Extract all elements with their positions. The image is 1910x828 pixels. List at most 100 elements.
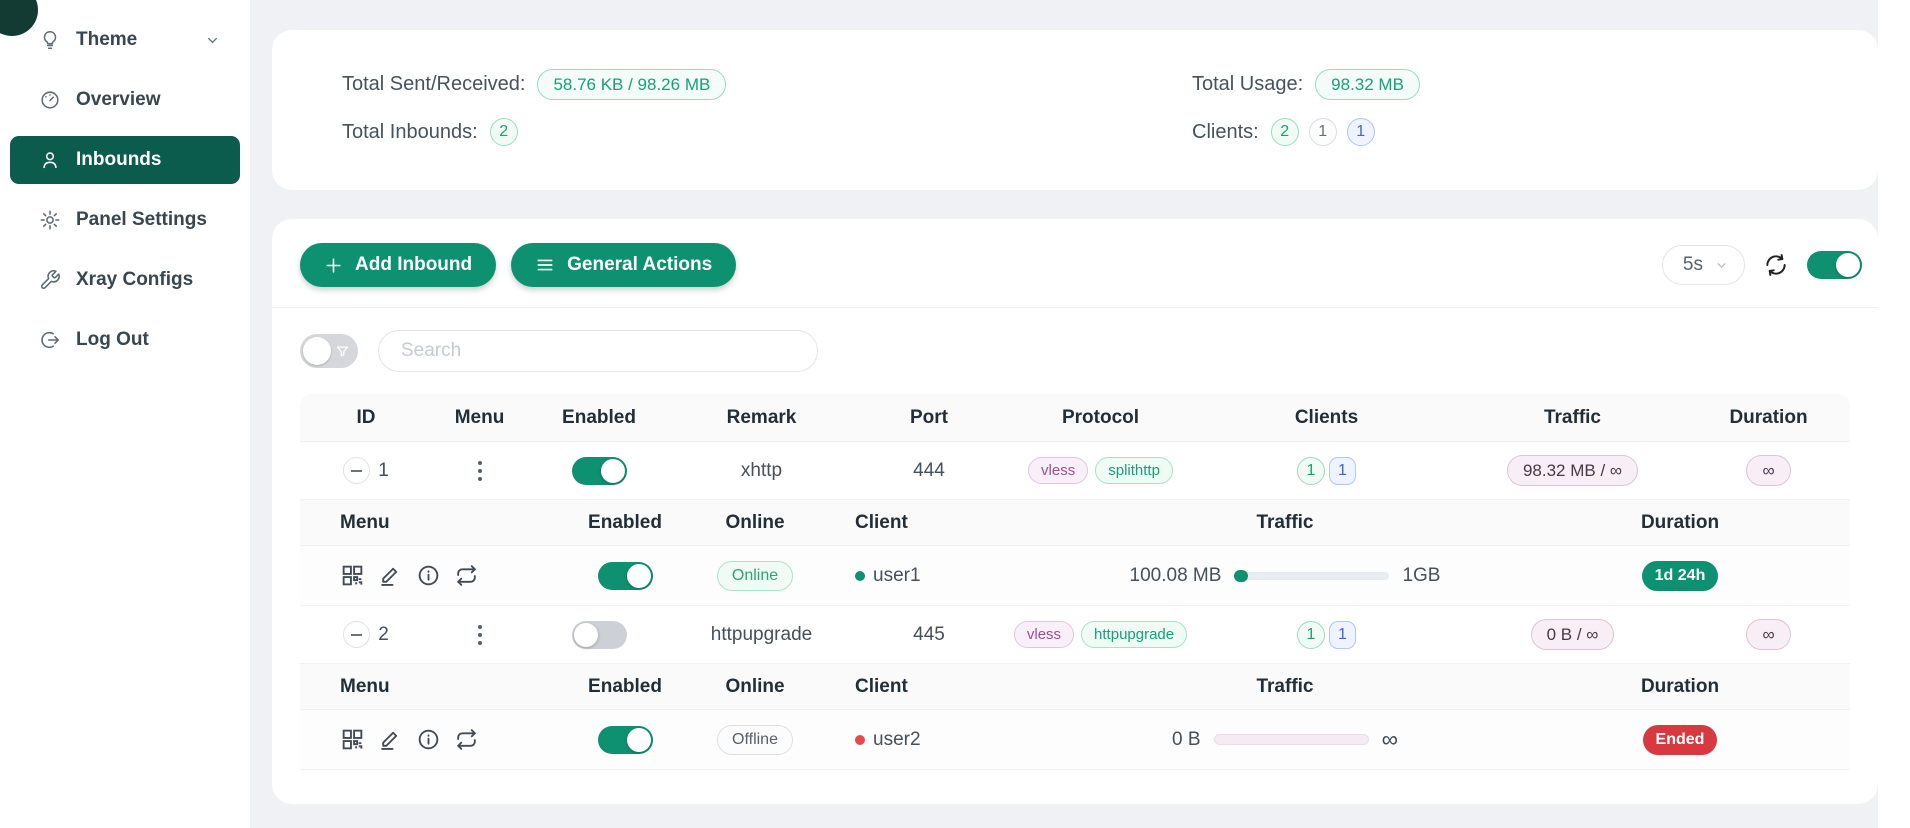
sidebar-item-label: Theme <box>76 29 137 51</box>
refresh-interval-select[interactable]: 5s <box>1662 245 1745 285</box>
qrcode-icon[interactable] <box>340 727 365 752</box>
client-name: user1 <box>873 565 921 587</box>
col-header-protocol: Protocol <box>1006 407 1195 429</box>
traffic-progress-bar <box>1214 734 1369 745</box>
general-actions-label: General Actions <box>567 254 712 276</box>
refresh-button[interactable] <box>1759 248 1793 282</box>
stat-value-pill: 58.76 KB / 98.26 MB <box>537 69 726 100</box>
add-inbound-label: Add Inbound <box>355 254 472 276</box>
col-header-menu: Menu <box>432 407 527 429</box>
inbound-enabled-toggle[interactable] <box>572 457 627 485</box>
sub-header-menu: Menu <box>300 512 550 534</box>
sub-header-client: Client <box>810 512 1060 534</box>
sidebar-item-panel-settings[interactable]: Panel Settings <box>10 196 240 244</box>
search-row <box>272 308 1878 376</box>
inbound-remark: httpupgrade <box>671 624 852 646</box>
auto-refresh-toggle[interactable] <box>1807 251 1862 279</box>
sub-header-enabled: Enabled <box>550 512 700 534</box>
sub-header-enabled: Enabled <box>550 676 700 698</box>
sidebar-item-inbounds[interactable]: Inbounds <box>10 136 240 184</box>
online-status-badge: Offline <box>717 725 793 755</box>
col-header-enabled: Enabled <box>527 407 671 429</box>
sidebar-item-label: Inbounds <box>76 149 161 171</box>
inbound-port: 445 <box>852 624 1006 646</box>
reset-traffic-icon[interactable] <box>454 563 479 588</box>
stat-label: Clients: <box>1192 121 1259 144</box>
stat-value-pill: 98.32 MB <box>1315 69 1420 100</box>
client-name: user2 <box>873 729 921 751</box>
inbound-port: 444 <box>852 460 1006 482</box>
count-badge: 1 <box>1309 118 1337 146</box>
transport-tag: httpupgrade <box>1081 621 1187 648</box>
client-row: Online user1 100.08 MB 1GB 1d 24h <box>300 546 1850 606</box>
client-count-badge: 1 <box>1329 621 1356 649</box>
client-count-badge: 1 <box>1297 457 1325 485</box>
sub-header-duration: Duration <box>1510 676 1850 698</box>
reset-traffic-icon[interactable] <box>454 727 479 752</box>
sub-header-menu: Menu <box>300 676 550 698</box>
user-icon <box>38 149 61 172</box>
traffic-progress-bar <box>1234 572 1389 580</box>
col-header-id: ID <box>300 407 432 429</box>
info-icon[interactable] <box>416 563 441 588</box>
col-header-port: Port <box>852 407 1006 429</box>
row-menu-button[interactable] <box>470 457 490 485</box>
col-header-clients: Clients <box>1195 407 1458 429</box>
stat-total-sent-received: Total Sent/Received: 58.76 KB / 98.26 MB <box>342 60 1192 108</box>
stats-card: Total Sent/Received: 58.76 KB / 98.26 MB… <box>272 30 1878 190</box>
sub-header-client: Client <box>810 676 1060 698</box>
sidebar-item-xray-configs[interactable]: Xray Configs <box>10 256 240 304</box>
general-actions-button[interactable]: General Actions <box>511 243 736 287</box>
client-enabled-toggle[interactable] <box>598 562 653 590</box>
stat-total-inbounds: Total Inbounds: 2 <box>342 108 1192 156</box>
sidebar-item-overview[interactable]: Overview <box>10 76 240 124</box>
traffic-used: 0 B <box>1172 729 1201 751</box>
stat-label: Total Sent/Received: <box>342 73 525 96</box>
scrollbar[interactable] <box>1878 0 1910 828</box>
client-enabled-toggle[interactable] <box>598 726 653 754</box>
chevron-down-icon <box>1715 259 1728 272</box>
traffic-used: 100.08 MB <box>1130 565 1222 587</box>
toolbar: Add Inbound General Actions 5s <box>272 219 1878 307</box>
qrcode-icon[interactable] <box>340 563 365 588</box>
sidebar-item-theme[interactable]: Theme <box>10 16 240 64</box>
client-header-row: Menu Enabled Online Client Traffic Durat… <box>300 500 1850 546</box>
wrench-icon <box>38 269 61 292</box>
inbound-id: 1 <box>378 460 389 482</box>
sub-header-traffic: Traffic <box>1060 512 1510 534</box>
info-icon[interactable] <box>416 727 441 752</box>
row-menu-button[interactable] <box>470 621 490 649</box>
sub-header-duration: Duration <box>1510 512 1850 534</box>
search-input[interactable] <box>378 330 818 372</box>
traffic-pill: 98.32 MB / ∞ <box>1507 455 1638 486</box>
refresh-interval-value: 5s <box>1683 254 1703 276</box>
count-badge: 2 <box>1271 118 1299 146</box>
duration-pill: ∞ <box>1746 455 1790 486</box>
client-count-badge: 1 <box>1297 621 1325 649</box>
protocol-tag: vless <box>1014 621 1074 648</box>
inbound-enabled-toggle[interactable] <box>572 621 627 649</box>
client-duration-badge: 1d 24h <box>1642 561 1719 591</box>
count-badge: 2 <box>490 118 518 146</box>
col-header-duration: Duration <box>1687 407 1850 429</box>
filter-toggle[interactable] <box>300 334 358 368</box>
sidebar-item-log-out[interactable]: Log Out <box>10 316 240 364</box>
edit-icon[interactable] <box>378 727 403 752</box>
edit-icon[interactable] <box>378 563 403 588</box>
traffic-pill: 0 B / ∞ <box>1531 619 1615 650</box>
gear-icon <box>38 209 61 232</box>
client-duration-badge: Ended <box>1643 725 1718 755</box>
inbound-row: 2 httpupgrade 445 vless httpupgrade 1 1 … <box>300 606 1850 664</box>
protocol-tag: vless <box>1028 457 1088 484</box>
collapse-row-button[interactable] <box>343 457 370 484</box>
count-badge: 1 <box>1347 118 1375 146</box>
stat-clients: Clients: 2 1 1 <box>1192 108 1878 156</box>
transport-tag: splithttp <box>1095 457 1173 484</box>
inbounds-table: ID Menu Enabled Remark Port Protocol Cli… <box>300 394 1850 770</box>
funnel-icon <box>335 344 350 359</box>
add-inbound-button[interactable]: Add Inbound <box>300 243 496 287</box>
online-status-badge: Online <box>717 561 793 591</box>
sub-header-traffic: Traffic <box>1060 676 1510 698</box>
table-header-row: ID Menu Enabled Remark Port Protocol Cli… <box>300 394 1850 442</box>
collapse-row-button[interactable] <box>343 621 370 648</box>
